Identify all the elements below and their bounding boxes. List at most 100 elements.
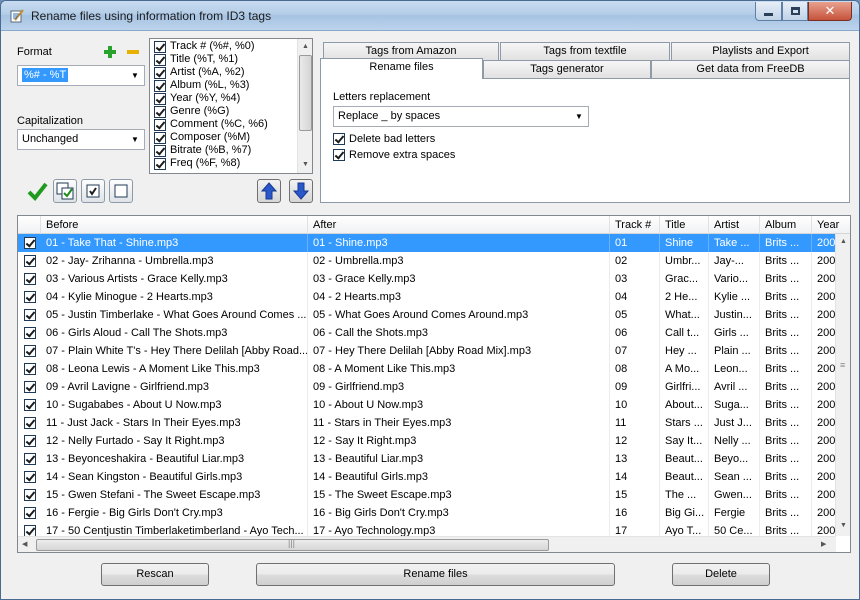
row-checkbox[interactable]: [24, 399, 36, 411]
column-header-after[interactable]: After: [308, 216, 610, 234]
column-header-check[interactable]: [18, 216, 41, 234]
row-checkbox[interactable]: [24, 327, 36, 339]
row-checkbox[interactable]: [24, 417, 36, 429]
remove-format-icon[interactable]: [127, 46, 139, 58]
scroll-up-icon[interactable]: ▲: [302, 43, 309, 50]
table-row[interactable]: 14 - Sean Kingston - Beautiful Girls.mp3…: [18, 468, 836, 486]
row-checkbox[interactable]: [24, 489, 36, 501]
column-header-artist[interactable]: Artist: [709, 216, 760, 234]
table-row[interactable]: 01 - Take That - Shine.mp3 01 - Shine.mp3…: [18, 234, 836, 252]
scroll-down-icon[interactable]: ▼: [840, 522, 847, 529]
row-checkbox[interactable]: [24, 345, 36, 357]
table-row[interactable]: 15 - Gwen Stefani - The Sweet Escape.mp3…: [18, 486, 836, 504]
table-row[interactable]: 12 - Nelly Furtado - Say It Right.mp3 12 …: [18, 432, 836, 450]
column-header-year[interactable]: Year: [812, 216, 850, 234]
table-row[interactable]: 02 - Jay- Zrihanna - Umbrella.mp3 02 - Um…: [18, 252, 836, 270]
rescan-button[interactable]: Rescan: [101, 563, 209, 586]
row-checkbox[interactable]: [24, 471, 36, 483]
tag-checkbox[interactable]: [154, 40, 166, 53]
row-checkbox[interactable]: [24, 507, 36, 519]
column-header-album[interactable]: Album: [760, 216, 812, 234]
table-row[interactable]: 11 - Just Jack - Stars In Their Eyes.mp3…: [18, 414, 836, 432]
remove-extra-spaces-option[interactable]: Remove extra spaces: [333, 149, 455, 161]
tag-list-item[interactable]: Title (%T, %1): [150, 53, 296, 66]
grid-horizontal-scrollbar[interactable]: ◀ ||| ▶: [18, 536, 836, 552]
tag-list-item[interactable]: Artist (%A, %2): [150, 66, 296, 79]
move-up-button[interactable]: [257, 179, 281, 203]
column-header-title[interactable]: Title: [660, 216, 709, 234]
row-checkbox[interactable]: [24, 363, 36, 375]
tag-list-item[interactable]: Album (%L, %3): [150, 79, 296, 92]
tag-checkbox[interactable]: [154, 66, 166, 79]
tab-tags-generator[interactable]: Tags generator: [483, 60, 651, 79]
table-row[interactable]: 08 - Leona Lewis - A Moment Like This.mp…: [18, 360, 836, 378]
tag-checkbox[interactable]: [154, 157, 166, 170]
scroll-right-icon[interactable]: ▶: [821, 540, 826, 548]
scroll-thumb[interactable]: [299, 55, 312, 131]
add-format-icon[interactable]: [104, 46, 116, 58]
delete-bad-letters-option[interactable]: Delete bad letters: [333, 133, 435, 145]
files-grid[interactable]: Before After Track # Title Artist Album …: [17, 215, 851, 553]
tag-checkbox[interactable]: [154, 79, 166, 92]
delete-bad-letters-checkbox[interactable]: [333, 133, 345, 145]
grid-vertical-scrollbar[interactable]: ▲ ≡ ▼: [835, 234, 850, 536]
row-checkbox[interactable]: [24, 525, 36, 536]
table-row[interactable]: 10 - Sugababes - About U Now.mp3 10 - Abo…: [18, 396, 836, 414]
check-all-button[interactable]: [53, 179, 77, 203]
remove-extra-spaces-checkbox[interactable]: [333, 149, 345, 161]
scroll-grip-icon[interactable]: |||: [288, 538, 295, 548]
tab-playlists-and-export[interactable]: Playlists and Export: [671, 42, 850, 61]
tag-checkbox[interactable]: [154, 53, 166, 66]
tab-rename-files[interactable]: Rename files: [320, 58, 483, 79]
tag-list[interactable]: Track # (%#, %0) Title (%T, %1) Artist (%A…: [149, 38, 313, 174]
table-row[interactable]: 06 - Girls Aloud - Call The Shots.mp3 06 …: [18, 324, 836, 342]
delete-button[interactable]: Delete: [672, 563, 770, 586]
tag-checkbox[interactable]: [154, 105, 166, 118]
tab-get-data-from-freedb[interactable]: Get data from FreeDB: [651, 60, 850, 79]
table-row[interactable]: 13 - Beyonceshakira - Beautiful Liar.mp3…: [18, 450, 836, 468]
minimize-button[interactable]: [755, 2, 782, 21]
move-down-button[interactable]: [289, 179, 313, 203]
tag-list-item[interactable]: Year (%Y, %4): [150, 92, 296, 105]
table-row[interactable]: 09 - Avril Lavigne - Girlfriend.mp3 09 - …: [18, 378, 836, 396]
maximize-button[interactable]: [782, 2, 808, 21]
tag-list-item[interactable]: Genre (%G): [150, 105, 296, 118]
letters-replacement-combo[interactable]: Replace _ by spaces ▼: [333, 106, 589, 127]
tag-checkbox[interactable]: [154, 92, 166, 105]
tag-list-item[interactable]: Freq (%F, %8): [150, 157, 296, 170]
row-checkbox[interactable]: [24, 255, 36, 267]
row-checkbox[interactable]: [24, 291, 36, 303]
tab-tags-from-textfile[interactable]: Tags from textfile: [500, 42, 670, 61]
table-row[interactable]: 05 - Justin Timberlake - What Goes Aroun…: [18, 306, 836, 324]
check-selected-button[interactable]: [81, 179, 105, 203]
row-checkbox[interactable]: [24, 309, 36, 321]
tag-list-item[interactable]: Track # (%#, %0): [150, 40, 296, 53]
close-button[interactable]: ✕: [808, 2, 852, 21]
row-checkbox[interactable]: [24, 435, 36, 447]
scroll-grip-icon[interactable]: ≡: [840, 360, 845, 370]
table-row[interactable]: 16 - Fergie - Big Girls Don't Cry.mp3 16 …: [18, 504, 836, 522]
table-row[interactable]: 07 - Plain White T's - Hey There Delilah…: [18, 342, 836, 360]
table-row[interactable]: 17 - 50 Centjustin Timberlaketimberland …: [18, 522, 836, 536]
row-checkbox[interactable]: [24, 381, 36, 393]
tag-list-item[interactable]: Composer (%M): [150, 131, 296, 144]
table-row[interactable]: 04 - Kylie Minogue - 2 Hearts.mp3 04 - 2 …: [18, 288, 836, 306]
row-checkbox[interactable]: [24, 453, 36, 465]
capitalization-combo[interactable]: Unchanged ▼: [17, 129, 145, 150]
tag-list-item[interactable]: Comment (%C, %6): [150, 118, 296, 131]
scroll-left-icon[interactable]: ◀: [22, 540, 27, 548]
row-checkbox[interactable]: [24, 273, 36, 285]
tag-checkbox[interactable]: [154, 131, 166, 144]
scroll-up-icon[interactable]: ▲: [840, 238, 847, 245]
tag-list-item[interactable]: Bitrate (%B, %7): [150, 144, 296, 157]
rename-files-button[interactable]: Rename files: [256, 563, 615, 586]
format-combo[interactable]: %# - %T ▼: [17, 65, 145, 86]
apply-button[interactable]: [25, 179, 49, 203]
uncheck-all-button[interactable]: [109, 179, 133, 203]
scroll-down-icon[interactable]: ▼: [302, 161, 309, 168]
tag-checkbox[interactable]: [154, 144, 166, 157]
tag-checkbox[interactable]: [154, 118, 166, 131]
column-header-before[interactable]: Before: [41, 216, 308, 234]
tag-list-scrollbar[interactable]: ▲ ▼: [297, 39, 312, 173]
row-checkbox[interactable]: [24, 237, 36, 249]
